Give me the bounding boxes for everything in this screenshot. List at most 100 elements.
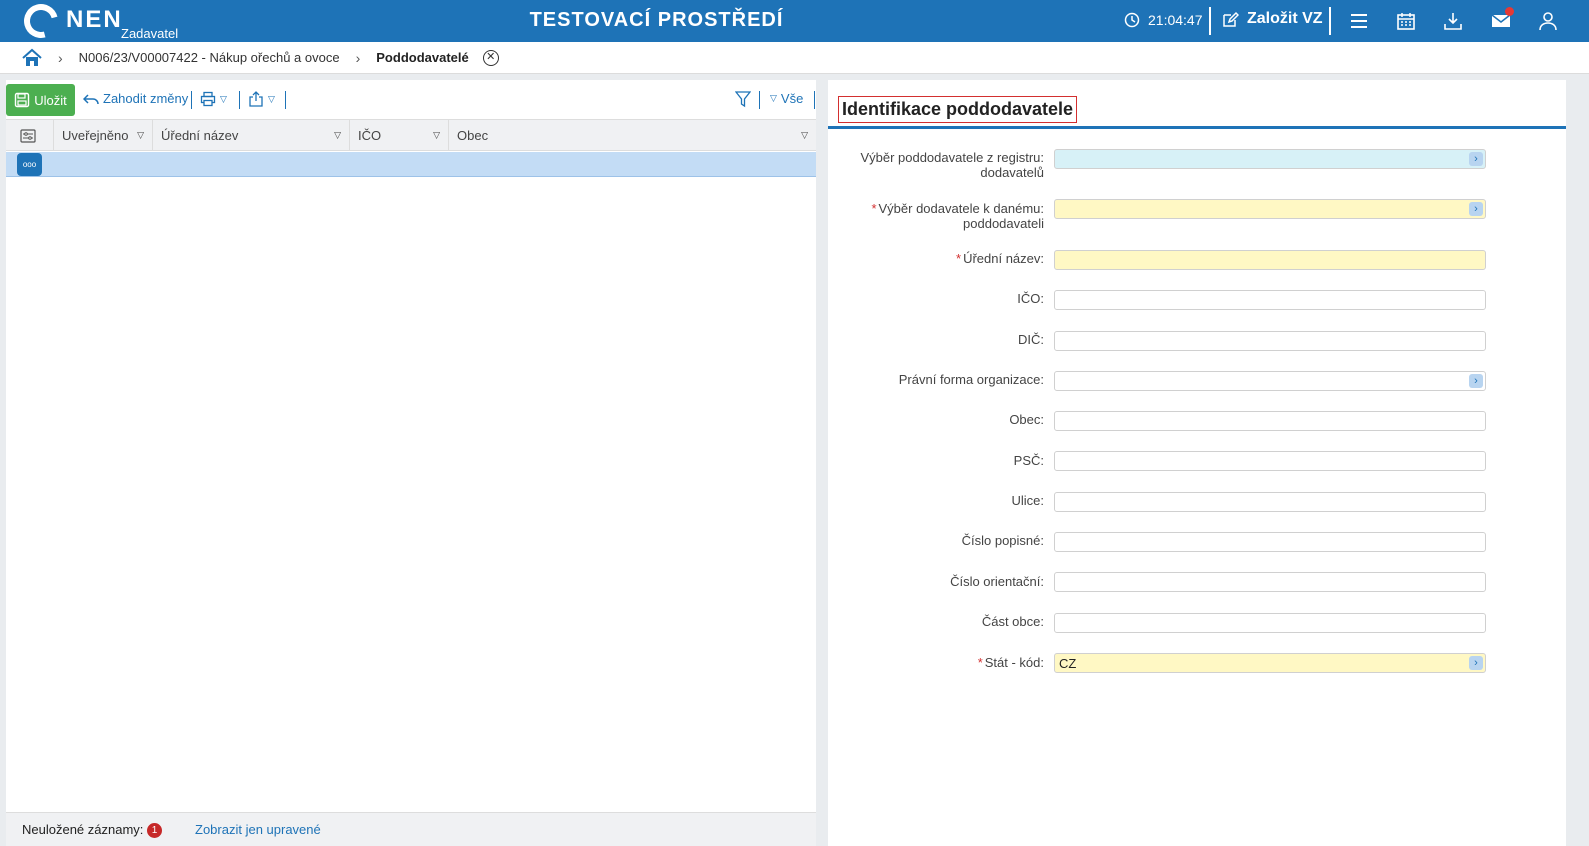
label-text: DIČ:	[1018, 332, 1044, 347]
show-modified-link[interactable]: Zobrazit jen upravené	[195, 822, 321, 837]
scroll-gutter	[1566, 80, 1589, 846]
chevron-right-icon[interactable]: ›	[1469, 374, 1483, 388]
print-menu-button[interactable]: ▽	[200, 91, 227, 107]
country-code-lookup-field[interactable]: CZ ›	[1054, 653, 1486, 673]
filter-all-label: Vše	[780, 91, 804, 106]
column-filter-icon[interactable]: ▽	[137, 130, 144, 141]
menu-icon[interactable]	[1349, 11, 1369, 31]
messages-button[interactable]	[1491, 7, 1514, 31]
breadcrumb-current: Poddodavatelé	[376, 50, 469, 65]
discard-label: Zahodit změny	[103, 91, 189, 106]
label-text: Obec:	[1009, 412, 1044, 427]
column-header-municipality[interactable]: Obec ▽	[448, 120, 816, 151]
legal-form-lookup-field[interactable]: ›	[1054, 371, 1486, 391]
create-vz-label: Založit VZ	[1247, 10, 1323, 27]
column-filter-icon[interactable]: ▽	[801, 130, 808, 141]
field-label-supplier: * Výběr dodavatele k danému: poddodavatel…	[871, 201, 1044, 231]
column-label: Úřední název	[161, 128, 239, 143]
print-icon	[200, 91, 216, 107]
orientation-number-input[interactable]	[1054, 572, 1486, 592]
row-actions-button[interactable]: ooo	[17, 153, 42, 176]
section-title: Identifikace poddodavatele	[842, 99, 1074, 119]
table-row[interactable]: ooo	[6, 152, 816, 177]
settings-icon	[20, 128, 36, 143]
column-header-published[interactable]: Uveřejněno ▽	[53, 120, 152, 151]
toolbar-divider	[285, 91, 286, 109]
export-icon	[249, 91, 263, 107]
user-icon[interactable]	[1538, 11, 1558, 31]
column-header-ico[interactable]: IČO ▽	[349, 120, 448, 151]
clock-time: 21:04:47	[1148, 12, 1203, 28]
breadcrumb-tender[interactable]: N006/23/V00007422 - Nákup ořechů a ovoce	[79, 50, 340, 65]
column-settings-button[interactable]	[6, 120, 53, 151]
field-label-municipality: Obec:	[1009, 412, 1044, 427]
label-line: Výběr poddodavatele z registru:	[860, 150, 1044, 165]
column-label: IČO	[358, 128, 382, 143]
field-label-street: Ulice:	[1011, 493, 1044, 508]
field-label-dic: DIČ:	[1018, 332, 1044, 347]
field-label-country-code: * Stát - kód:	[978, 655, 1044, 670]
calendar-icon[interactable]	[1396, 11, 1416, 31]
dropdown-arrow-icon: ▽	[220, 93, 227, 104]
create-vz-button[interactable]: Založit VZ	[1222, 10, 1323, 28]
dic-input[interactable]	[1054, 331, 1486, 351]
required-marker: *	[977, 655, 983, 670]
field-label-district: Část obce:	[982, 614, 1044, 629]
chevron-right-icon[interactable]: ›	[1469, 656, 1483, 670]
field-label-registry: Výběr poddodavatele z registru: dodavate…	[860, 150, 1044, 180]
label-text: Stát - kód:	[984, 655, 1044, 670]
official-name-input[interactable]	[1054, 250, 1486, 270]
download-icon[interactable]	[1443, 11, 1463, 31]
subcontractor-detail-panel: Identifikace poddodavatele Výběr poddoda…	[828, 80, 1566, 846]
field-label-orientation-number: Číslo orientační:	[950, 574, 1044, 589]
edit-icon	[1223, 11, 1239, 27]
unsaved-records-label: Neuložené záznamy:	[22, 822, 144, 837]
ico-input[interactable]	[1054, 290, 1486, 310]
chevron-right-icon[interactable]: ›	[1469, 152, 1483, 166]
registry-lookup-field[interactable]: ›	[1054, 149, 1486, 169]
section-divider	[828, 126, 1566, 129]
street-input[interactable]	[1054, 492, 1486, 512]
chevron-right-icon[interactable]: ›	[1469, 202, 1483, 216]
home-icon[interactable]	[22, 48, 42, 68]
column-filter-icon[interactable]: ▽	[334, 130, 341, 141]
house-number-input[interactable]	[1054, 532, 1486, 552]
field-label-ico: IČO:	[1017, 291, 1044, 306]
municipality-input[interactable]	[1054, 411, 1486, 431]
filter-icon[interactable]	[735, 91, 751, 108]
environment-title: TESTOVACÍ PROSTŘEDÍ	[529, 9, 784, 31]
discard-changes-button[interactable]: Zahodit změny	[83, 91, 188, 106]
notification-dot	[1505, 7, 1514, 16]
column-header-official-name[interactable]: Úřední název ▽	[152, 120, 349, 151]
label-text: Právní forma organizace:	[898, 372, 1044, 387]
chevron-right-icon: ›	[58, 49, 63, 66]
chevron-right-icon: ›	[355, 49, 361, 66]
label-text: PSČ:	[1013, 453, 1044, 468]
logo-ring-icon	[17, 0, 65, 45]
supplier-lookup-field[interactable]: ›	[1054, 199, 1486, 219]
label-text: Číslo orientační:	[950, 574, 1044, 589]
zip-input[interactable]	[1054, 451, 1486, 471]
header-divider	[1209, 7, 1211, 35]
required-marker: *	[956, 251, 962, 266]
label-line: poddodavateli	[963, 216, 1044, 231]
export-menu-button[interactable]: ▽	[248, 91, 275, 107]
label-text: Úřední název:	[963, 251, 1044, 266]
label-line: Výběr dodavatele k danému:	[878, 201, 1045, 216]
save-label: Uložit	[34, 92, 67, 108]
save-button[interactable]: Uložit	[6, 84, 75, 116]
label-text: Část obce:	[981, 614, 1044, 629]
subcontractor-list-panel: Uložit Zahodit změny ▽ ▽ ▽ Vše Uveřejněn…	[6, 80, 816, 846]
label-text: IČO:	[1017, 291, 1044, 306]
nen-logo[interactable]: NEN Zadavatel	[17, 0, 204, 45]
breadcrumb: › N006/23/V00007422 - Nákup ořechů a ovo…	[0, 42, 1589, 74]
session-clock: 21:04:47	[1124, 12, 1203, 28]
close-icon[interactable]: ✕	[482, 49, 499, 66]
district-input[interactable]	[1054, 613, 1486, 633]
header-divider	[1329, 7, 1331, 35]
column-label: Obec	[457, 128, 489, 143]
field-value: CZ	[1059, 655, 1077, 671]
dropdown-arrow-icon: ▽	[268, 93, 275, 104]
column-filter-icon[interactable]: ▽	[433, 130, 440, 141]
filter-all-dropdown[interactable]: ▽ Vše	[770, 91, 803, 106]
